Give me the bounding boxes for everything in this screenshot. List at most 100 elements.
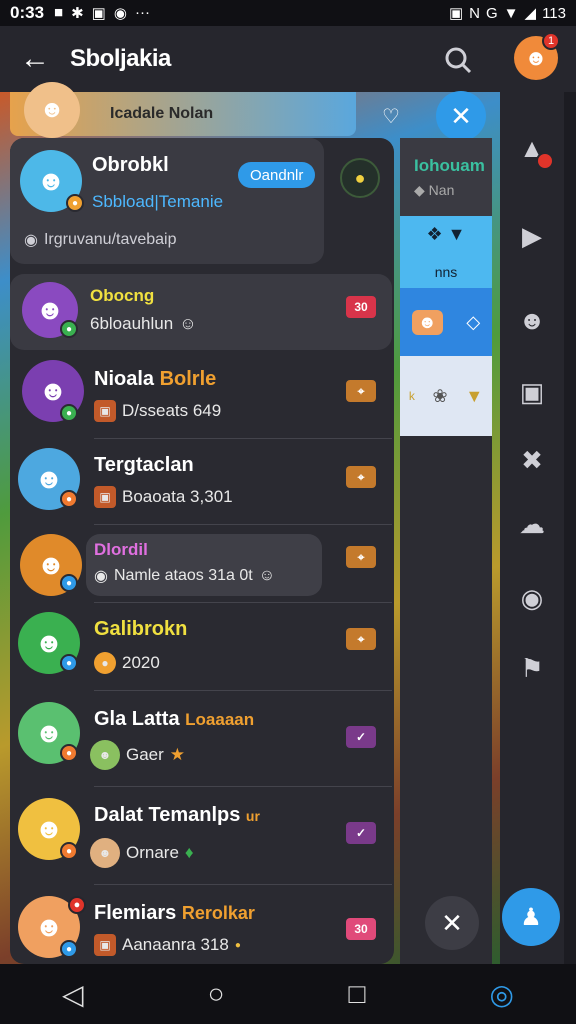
close-icon[interactable]: ✕ [436, 91, 486, 141]
side-header[interactable]: Iohouam ◆ Nan [400, 138, 492, 216]
cloud-icon[interactable]: ☁ [508, 500, 556, 548]
profile-badge: 1 [542, 32, 560, 50]
assistant-icon[interactable]: ◎ [490, 978, 514, 1011]
list-item-sub: ● 2020 [94, 652, 160, 674]
system-nav-bar: ◁ ○ □ ◎ [0, 964, 576, 1024]
app-bar: ← Sboljakia ☻ 1 [0, 26, 576, 92]
list-item-sub-text: D/sseats 649 [122, 401, 222, 420]
list-item-sub: ☻ Gaer ★ [90, 740, 185, 770]
tag-badge[interactable]: ⌖ [346, 380, 376, 402]
status-dot-icon: ● [66, 194, 84, 212]
close-button[interactable]: ✕ [425, 896, 479, 950]
top-card-meta: ◉ Irgruvanu/tavebaip [24, 230, 177, 250]
divider [94, 602, 392, 603]
tag-badge[interactable]: ⌖ [346, 466, 376, 488]
list-item-name: Galibrokn [94, 618, 188, 640]
banner[interactable]: ☻ Icadale Nolan [10, 82, 356, 138]
tag-badge[interactable]: ⌖ [346, 628, 376, 650]
fox-icon: ☻ [411, 309, 443, 335]
top-card-link[interactable]: Sbbload|Temanie [92, 192, 223, 212]
n-icon: N [469, 4, 480, 22]
recents-nav-icon[interactable]: □ [349, 978, 366, 1010]
status-dot-icon: ● [60, 404, 78, 422]
list-item-name: Tergtaclan [94, 454, 194, 476]
side-sub: ◆ Nan [414, 182, 454, 199]
sparkle-icon: ★ [169, 745, 186, 764]
divider [94, 786, 392, 787]
ghost-icon[interactable]: ◉ [508, 574, 556, 622]
shield-icon: ❖ ▼ [426, 224, 466, 245]
status-dot-icon: ● [60, 744, 78, 762]
list-item-sub-text: Boaoata 3,301 [122, 487, 233, 506]
chat-icon: ◉ [113, 5, 127, 22]
dot-icon: ● [234, 939, 241, 951]
status-dot-icon: ● [60, 574, 78, 592]
tag-badge[interactable]: 30 [346, 918, 376, 940]
tag-badge[interactable]: 30 [346, 296, 376, 318]
tag-badge[interactable]: ✓ [346, 726, 376, 748]
side-item-active[interactable]: ☻ ◇ [400, 288, 492, 356]
diamond-icon: ◇ [466, 311, 481, 332]
home-nav-icon[interactable]: ○ [208, 978, 225, 1010]
mini-avatar: ☻ [90, 740, 120, 770]
status-dot-icon: ● [60, 654, 78, 672]
add-user-icon: ♟ [520, 903, 542, 931]
list-item-sub: ◉ Namle ataos 31a 0t ☺ [94, 566, 275, 586]
main-panel: ☻ ● Obrobkl Oandnlr Sbbload|Temanie ◉ Ir… [10, 138, 394, 964]
rail-badge [536, 152, 554, 170]
emoji-icon: ☺ [179, 314, 197, 333]
status-dot-icon: ● [60, 490, 78, 508]
second-card-name: Obocng [90, 286, 155, 305]
back-nav-icon[interactable]: ◁ [62, 978, 84, 1011]
divider [94, 884, 392, 885]
highlight-card: Dlordil ◉ Namle ataos 31a 0t ☺ [86, 534, 322, 596]
list-item-name-accent: Bolrle [159, 368, 217, 390]
gear-icon: ❀ [432, 385, 448, 406]
location-pin-button[interactable]: ● [340, 158, 380, 198]
tag-badge[interactable]: ⌖ [346, 546, 376, 568]
flag-icon[interactable]: ⚑ [508, 644, 556, 692]
shield-icon: ▼ [465, 385, 484, 406]
list-item-name: Gla Latta Loaaaan [94, 708, 254, 731]
list-item-name-text: Flemiars [94, 902, 177, 924]
status-dot-icon: ● [60, 842, 78, 860]
crossed-icon[interactable]: ✖ [508, 436, 556, 484]
location-pin-icon: ● [354, 167, 366, 188]
banner-avatar: ☻ [24, 82, 80, 138]
bluetooth-icon: ✱ [71, 5, 84, 22]
cat-icon[interactable]: ☻ [508, 296, 556, 344]
banner-text: Icadale Nolan [110, 105, 214, 122]
second-card-sub-text: 6bloauhlun [90, 314, 174, 333]
list-item-name-text: Nioala [94, 368, 155, 390]
g-icon: G [486, 4, 498, 22]
list-item-name-accent: Rerolkar [181, 903, 255, 923]
top-card-action-button[interactable]: Oandnlr [238, 162, 316, 188]
search-icon[interactable] [438, 40, 478, 80]
signal-icon: ◢ [524, 5, 537, 22]
side-title: Iohouam [414, 155, 485, 175]
coin-icon: ● [94, 652, 116, 674]
top-card[interactable]: ☻ ● Obrobkl Oandnlr Sbbload|Temanie ◉ Ir… [10, 138, 324, 264]
notification-badge: ● [68, 896, 86, 914]
money-icon: ♦ [184, 843, 194, 862]
list-item-sub-text: Gaer [126, 745, 164, 764]
notification-icon: ■ [54, 4, 64, 21]
top-card-meta-text: Irgruvanu/tavebaip [43, 231, 177, 248]
box-icon: ▣ [94, 400, 116, 422]
clock-icon: ◉ [24, 232, 38, 249]
list-item-sub: ☻ Ornare ♦ [90, 838, 194, 868]
side-sub-text: Nan [428, 181, 455, 198]
profile-avatar[interactable]: ☻ 1 [514, 32, 560, 80]
divider [94, 524, 392, 525]
side-item-light[interactable]: k ❀ ▼ [400, 356, 492, 436]
hat-icon[interactable]: ▲ [508, 124, 556, 172]
horn-icon[interactable]: ▶ [508, 212, 556, 260]
controller-icon[interactable]: ▣ [508, 368, 556, 416]
list-item-name-text: Gla Latta [94, 708, 180, 730]
nfc-icon: ▣ [448, 5, 464, 22]
second-card[interactable]: ☻ ● Obocng 6bloauhlun ☺ 30 [10, 274, 392, 350]
side-item-blue[interactable]: ❖ ▼ nns [400, 216, 492, 288]
tag-badge[interactable]: ✓ [346, 822, 376, 844]
add-user-button[interactable]: ♟ [502, 888, 560, 946]
heart-icon[interactable]: ♡ [378, 104, 404, 130]
